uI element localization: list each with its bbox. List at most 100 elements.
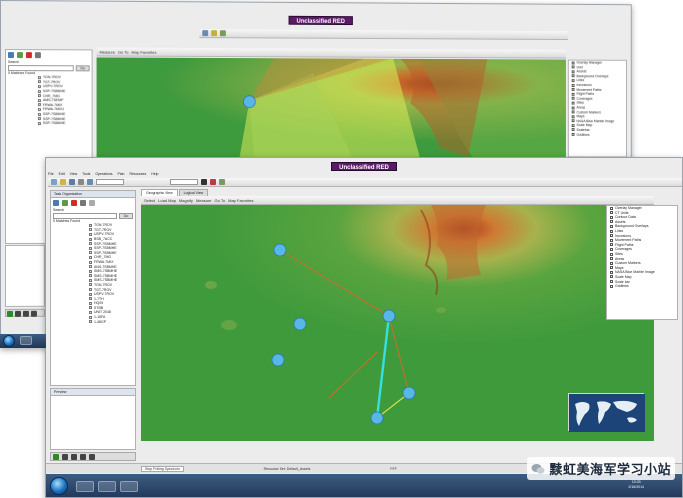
overlay-item[interactable]: Gridlines — [607, 284, 677, 289]
new-icon[interactable] — [51, 179, 57, 185]
stop-icon[interactable] — [14, 310, 21, 317]
tab-geographic-view[interactable]: Geographic View — [141, 189, 178, 196]
tree-item-label: AMS-7SEMP — [42, 98, 64, 103]
preview-panel: Preview — [50, 388, 136, 450]
overlay-item[interactable]: Gridlines — [569, 132, 626, 137]
checkbox-icon — [610, 229, 613, 233]
start-button[interactable] — [50, 477, 68, 495]
forward-icon[interactable] — [89, 454, 95, 460]
overlay-manager: Overlay Manager CT Units Contour Data Asset… — [606, 205, 678, 320]
play-icon[interactable] — [6, 310, 13, 317]
taskbar-item-explorer[interactable] — [76, 481, 94, 492]
tab-logical-view[interactable]: Logical View — [178, 189, 209, 196]
close-icon[interactable] — [89, 200, 95, 206]
save-icon[interactable] — [34, 52, 41, 59]
pause-icon[interactable] — [22, 310, 29, 317]
search-input[interactable] — [53, 212, 117, 219]
asset-node[interactable] — [271, 353, 285, 367]
time-combo[interactable] — [170, 179, 198, 185]
target-icon[interactable] — [210, 179, 216, 185]
overlay-item-label: Background Overlays — [615, 224, 649, 229]
pan-icon[interactable] — [219, 179, 225, 185]
menu-resources[interactable]: Resources — [130, 172, 147, 177]
geographic-map-view[interactable] — [141, 205, 654, 441]
overlay-item-label: Maps — [615, 265, 624, 270]
asset-node[interactable] — [382, 309, 396, 323]
measure-button[interactable]: Measure — [196, 198, 212, 203]
select-button[interactable]: Select — [144, 198, 155, 203]
taskbar-item-app[interactable] — [98, 481, 116, 492]
overlay-item-label: Incursions — [576, 83, 592, 88]
stop-icon[interactable] — [62, 454, 68, 460]
checkbox-icon — [610, 238, 613, 242]
rewind-icon[interactable] — [80, 454, 86, 460]
save-icon[interactable] — [80, 200, 86, 206]
grid-icon[interactable] — [7, 52, 14, 59]
undo-icon[interactable] — [87, 179, 93, 185]
unit-icon — [37, 117, 41, 121]
overlay-item-label: NASA Blue Marble Image — [576, 118, 615, 123]
checkbox-icon — [571, 106, 575, 109]
magnify-button[interactable]: Magnify — [179, 198, 193, 203]
system-clock[interactable]: 13:33 2/16/2014 — [628, 480, 644, 490]
checkbox-icon — [571, 88, 575, 92]
save-icon[interactable] — [69, 179, 75, 185]
delete-icon[interactable] — [25, 52, 32, 59]
goto-button[interactable]: Go To — [215, 198, 226, 203]
goto-button[interactable]: Go To — [118, 49, 129, 54]
open-icon[interactable] — [60, 179, 66, 185]
unit-icon — [89, 315, 92, 319]
grid-icon[interactable] — [53, 200, 59, 206]
menu-file[interactable]: File — [48, 172, 54, 177]
overlay-item-label: Links — [615, 228, 624, 233]
unit-icon — [89, 251, 92, 255]
classification-text: Unclassified RED — [339, 165, 389, 171]
asset-node[interactable] — [402, 386, 416, 400]
pan-icon[interactable] — [219, 30, 226, 37]
cross-icon[interactable] — [211, 30, 218, 37]
tree-item[interactable]: SSP-7SBMHE — [36, 121, 92, 126]
start-button-back[interactable] — [3, 335, 15, 347]
measure-button[interactable]: Measure — [100, 49, 115, 54]
go-button-back[interactable]: Go — [75, 64, 90, 71]
toolbar-combo[interactable] — [96, 179, 124, 185]
pause-icon[interactable] — [71, 454, 77, 460]
taskbar-item-app[interactable] — [120, 481, 138, 492]
menu-view[interactable]: View — [70, 172, 78, 177]
tree-item-label: SSP-7SBMHE — [42, 121, 66, 126]
menu-plan[interactable]: Plan — [118, 172, 125, 177]
tree-item[interactable]: 1-48GP — [87, 320, 135, 325]
go-button[interactable]: Go — [119, 212, 133, 219]
unit-icon — [89, 265, 92, 269]
add-icon[interactable] — [62, 200, 68, 206]
asset-node[interactable] — [370, 411, 384, 425]
checkbox-icon — [610, 215, 613, 219]
menu-operations[interactable]: Operations — [95, 172, 112, 177]
play-icon[interactable] — [53, 454, 59, 460]
load-map-button[interactable]: Load Map — [158, 198, 176, 203]
menu-tools[interactable]: Tools — [82, 172, 90, 177]
overlay-item-label: Custom Markers — [576, 109, 601, 114]
asset-node[interactable] — [273, 243, 287, 257]
back-map-view[interactable] — [96, 57, 566, 158]
search-input-back[interactable] — [7, 64, 74, 71]
crosshair-icon[interactable] — [201, 179, 207, 185]
status-right: FFF — [390, 466, 397, 471]
asset-node[interactable] — [293, 317, 307, 331]
asset-node[interactable] — [244, 96, 256, 108]
taskbar-item-back[interactable] — [20, 336, 32, 345]
menu-help[interactable]: Help — [151, 172, 158, 177]
print-icon[interactable] — [78, 179, 84, 185]
checkbox-icon — [610, 224, 613, 228]
unit-icon — [89, 228, 92, 232]
map-favorites-button[interactable]: Map Favorites — [131, 49, 156, 54]
delete-icon[interactable] — [71, 200, 77, 206]
map-favorites-button[interactable]: Map Favorites — [228, 198, 253, 203]
world-overview-inset[interactable] — [568, 393, 645, 432]
tree-item-label: TGN-7ROV — [42, 75, 61, 80]
tree-item-label: 1-7TH — [94, 296, 104, 301]
tool-icon[interactable] — [202, 30, 209, 37]
rewind-icon[interactable] — [30, 310, 37, 317]
menu-edit[interactable]: Edit — [59, 172, 65, 177]
add-icon[interactable] — [16, 52, 23, 59]
